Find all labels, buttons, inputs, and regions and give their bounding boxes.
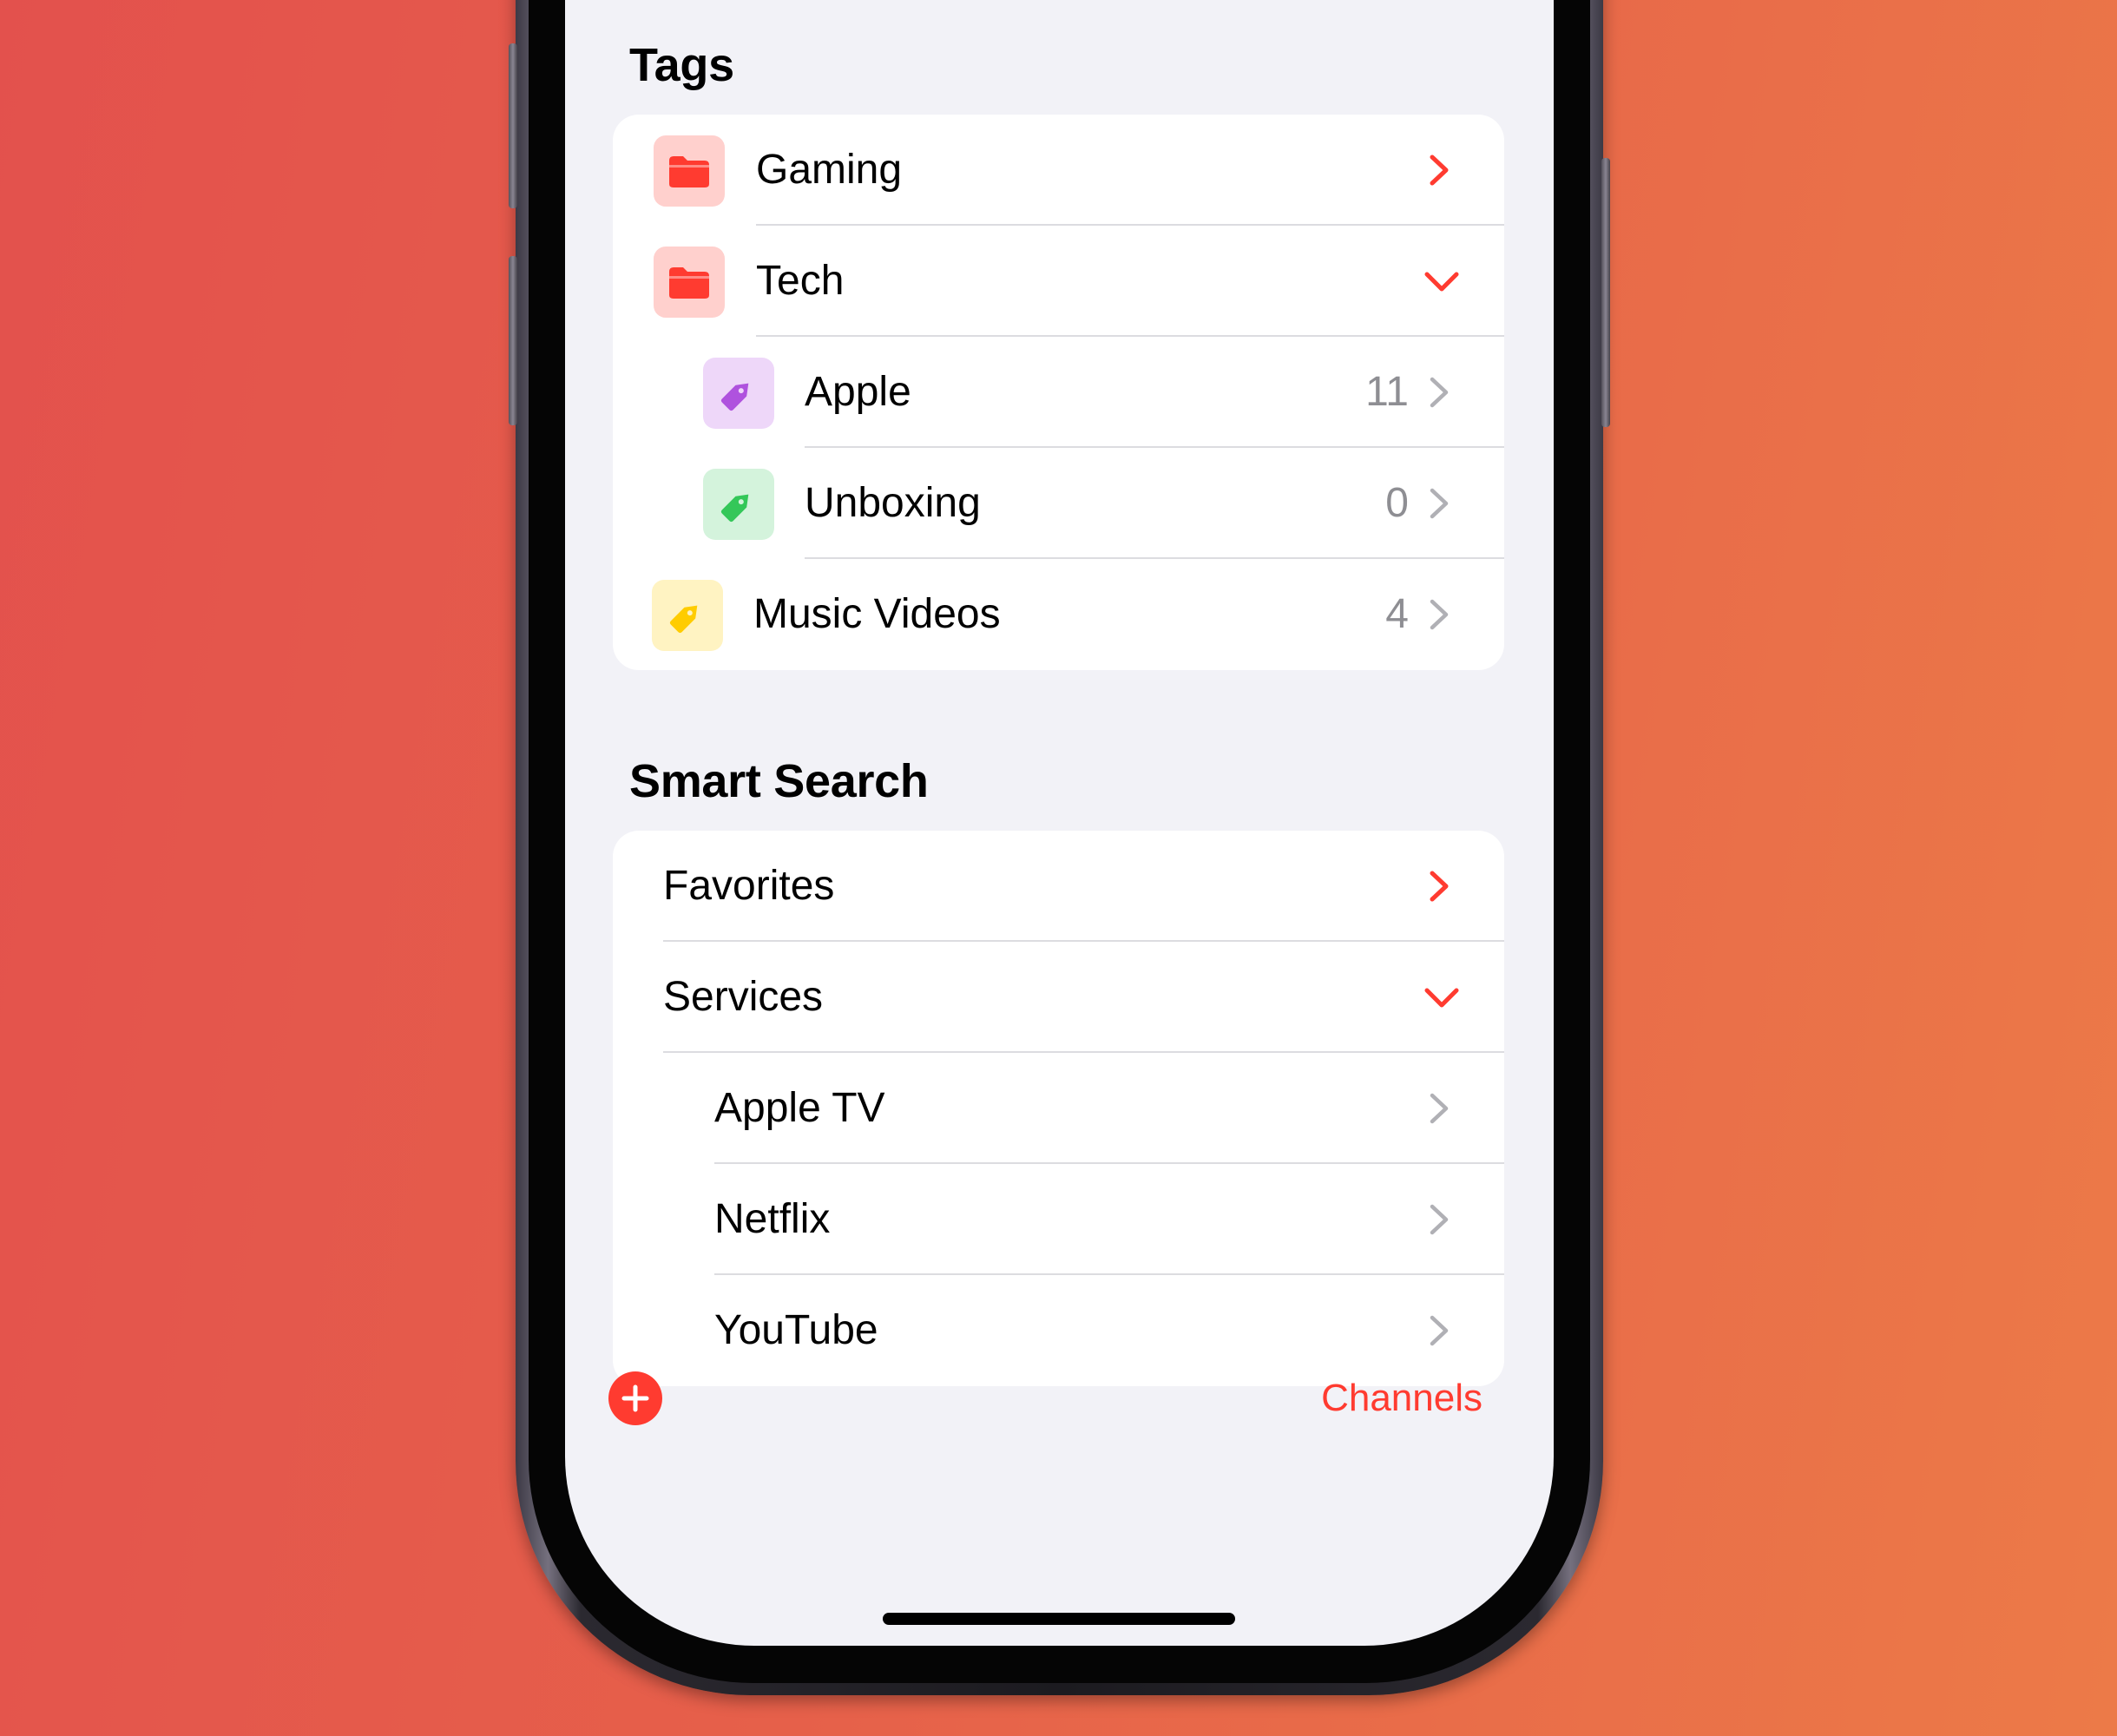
folder-icon — [654, 247, 725, 318]
smart-search-row-label: Favorites — [663, 863, 835, 909]
tag-row-label: Apple — [805, 369, 911, 415]
smart-search-row-favorites[interactable]: Favorites — [613, 831, 1504, 942]
tag-row-label: Unboxing — [805, 480, 981, 526]
chevron-right-icon — [1430, 599, 1449, 630]
tag-count: 4 — [1385, 591, 1409, 637]
folder-icon — [654, 135, 725, 207]
tag-row-music-videos[interactable]: Music Videos 4 — [613, 559, 1504, 670]
smart-search-row-netflix[interactable]: Netflix — [613, 1164, 1504, 1275]
chevron-down-icon — [1424, 988, 1459, 1008]
chevron-right-icon — [1430, 1204, 1449, 1235]
chevron-right-icon — [1430, 155, 1449, 186]
chevron-right-icon — [1430, 1093, 1449, 1124]
smart-search-section-title: Smart Search — [629, 755, 929, 807]
chevron-right-icon — [1430, 377, 1449, 408]
tags-list: Gaming Tech Apple 11 Unboxing 0 Music Vi… — [613, 115, 1504, 670]
smart-search-row-youtube[interactable]: YouTube — [613, 1275, 1504, 1386]
tag-icon — [652, 580, 723, 651]
tag-row-label: Gaming — [756, 147, 903, 193]
smart-search-row-services[interactable]: Services — [613, 942, 1504, 1053]
tag-row-gaming[interactable]: Gaming — [613, 115, 1504, 226]
tag-count: 0 — [1385, 480, 1409, 526]
tags-section-title: Tags — [629, 39, 734, 91]
smart-search-row-label: Services — [663, 974, 824, 1020]
tag-row-unboxing[interactable]: Unboxing 0 — [613, 448, 1504, 559]
smart-search-list: Favorites Services Apple TV Netflix YouT… — [613, 831, 1504, 1386]
tag-row-label: Music Videos — [753, 591, 1001, 637]
side-button-right — [1601, 158, 1610, 427]
tag-icon — [703, 358, 774, 429]
tag-icon — [703, 469, 774, 540]
chevron-down-icon — [1424, 272, 1459, 292]
smart-search-row-label: YouTube — [714, 1307, 878, 1353]
chevron-right-icon — [1430, 488, 1449, 519]
home-indicator — [883, 1613, 1235, 1625]
tag-count: 11 — [1365, 369, 1409, 415]
side-button-left-2 — [509, 256, 517, 425]
tag-row-label: Tech — [756, 258, 845, 304]
chevron-right-icon — [1430, 871, 1449, 902]
smart-search-row-apple-tv[interactable]: Apple TV — [613, 1053, 1504, 1164]
channels-button[interactable]: Channels — [1321, 1371, 1483, 1425]
smart-search-row-label: Netflix — [714, 1196, 831, 1242]
add-button[interactable] — [608, 1371, 662, 1425]
side-button-left-1 — [509, 43, 517, 208]
chevron-right-icon — [1430, 1315, 1449, 1346]
screen: Tags Gaming Tech Apple 11 Unboxing 0 Mus… — [565, 0, 1554, 1646]
plus-circle-icon — [621, 1384, 649, 1412]
smart-search-row-label: Apple TV — [714, 1085, 885, 1131]
tag-row-apple[interactable]: Apple 11 — [613, 337, 1504, 448]
tag-row-tech[interactable]: Tech — [613, 226, 1504, 337]
